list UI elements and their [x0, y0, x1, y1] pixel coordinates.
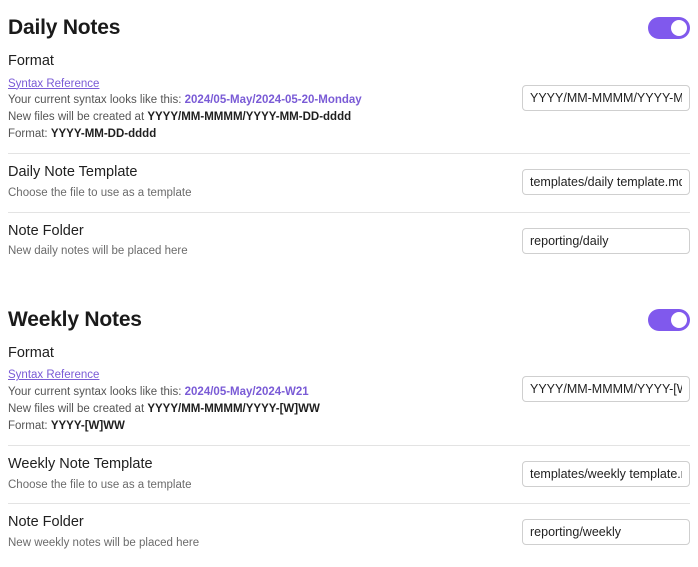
setting-row-daily-folder: Note Folder New daily notes will be plac…	[8, 213, 690, 270]
daily-current-syntax-line: Your current syntax looks like this: 202…	[8, 92, 362, 109]
daily-folder-label: Note Folder	[8, 222, 84, 239]
daily-syntax-reference-link[interactable]: Syntax Reference	[8, 76, 99, 93]
daily-new-files-prefix: New files will be created at	[8, 111, 148, 124]
daily-format-info: Format Syntax Reference Your current syn…	[8, 52, 362, 143]
daily-new-files-line: New files will be created at YYYY/MM-MMM…	[8, 109, 362, 126]
weekly-format-label: Format	[8, 344, 54, 361]
daily-current-syntax-value: 2024/05-May/2024-05-20-Monday	[184, 94, 362, 107]
section-header-weekly: Weekly Notes	[8, 292, 690, 338]
weekly-format-value: YYYY-[W]WW	[50, 420, 125, 433]
weekly-new-files-line: New files will be created at YYYY/MM-MMM…	[8, 401, 320, 418]
daily-format-prefix: Format:	[8, 128, 51, 141]
weekly-template-input[interactable]	[522, 461, 690, 488]
daily-format-input[interactable]	[522, 84, 690, 111]
section-header-daily: Daily Notes	[8, 0, 690, 46]
weekly-notes-toggle[interactable]	[648, 308, 690, 331]
weekly-folder-label: Note Folder	[8, 514, 84, 531]
weekly-current-syntax-line: Your current syntax looks like this: 202…	[8, 384, 320, 401]
daily-new-files-value: YYYY/MM-MMMM/YYYY-MM-DD-dddd	[147, 111, 352, 124]
weekly-format-input[interactable]	[522, 376, 690, 403]
setting-row-weekly-template: Weekly Note Template Choose the file to …	[8, 446, 690, 503]
weekly-format-prefix: Format:	[8, 420, 51, 433]
daily-format-value: YYYY-MM-DD-dddd	[50, 128, 157, 141]
weekly-syntax-reference-link[interactable]: Syntax Reference	[8, 367, 99, 384]
daily-template-input[interactable]	[522, 169, 690, 196]
page-title-weekly-notes: Weekly Notes	[8, 308, 142, 332]
daily-format-line: Format: YYYY-MM-DD-dddd	[8, 126, 362, 143]
daily-folder-info: Note Folder New daily notes will be plac…	[8, 222, 188, 260]
weekly-new-files-prefix: New files will be created at	[8, 403, 148, 415]
weekly-template-desc: Choose the file to use as a template	[8, 478, 192, 491]
toggle-knob	[671, 311, 687, 328]
toggle-knob	[671, 20, 687, 36]
daily-template-info: Daily Note Template Choose the file to u…	[8, 163, 191, 201]
daily-folder-desc: New daily notes will be placed here	[8, 245, 188, 258]
weekly-folder-desc: New weekly notes will be placed here	[8, 536, 200, 549]
weekly-new-files-value: YYYY/MM-MMMM/YYYY-[W]WW	[147, 403, 320, 415]
weekly-template-label: Weekly Note Template	[8, 456, 153, 473]
daily-format-label: Format	[8, 53, 54, 69]
setting-row-weekly-folder: Note Folder New weekly notes will be pla…	[8, 504, 690, 561]
weekly-format-info: Format Syntax Reference Your current syn…	[8, 344, 320, 435]
settings-page: Daily Notes Format Syntax Reference Your…	[0, 0, 698, 567]
daily-template-label: Daily Note Template	[8, 164, 138, 181]
daily-current-syntax-prefix: Your current syntax looks like this:	[8, 94, 185, 107]
weekly-folder-input[interactable]	[522, 519, 690, 546]
weekly-current-syntax-value: 2024/05-May/2024-W21	[184, 385, 309, 398]
weekly-folder-info: Note Folder New weekly notes will be pla…	[8, 513, 199, 551]
setting-row-daily-format: Format Syntax Reference Your current syn…	[8, 46, 690, 153]
weekly-current-syntax-prefix: Your current syntax looks like this:	[8, 385, 185, 398]
daily-folder-input[interactable]	[522, 227, 690, 254]
weekly-format-line: Format: YYYY-[W]WW	[8, 418, 320, 435]
setting-row-weekly-format: Format Syntax Reference Your current syn…	[8, 338, 690, 445]
daily-template-desc: Choose the file to use as a template	[8, 186, 192, 199]
weekly-template-info: Weekly Note Template Choose the file to …	[8, 455, 191, 493]
setting-row-daily-template: Daily Note Template Choose the file to u…	[8, 154, 690, 211]
page-title-daily-notes: Daily Notes	[8, 16, 121, 40]
daily-notes-toggle[interactable]	[648, 17, 690, 39]
